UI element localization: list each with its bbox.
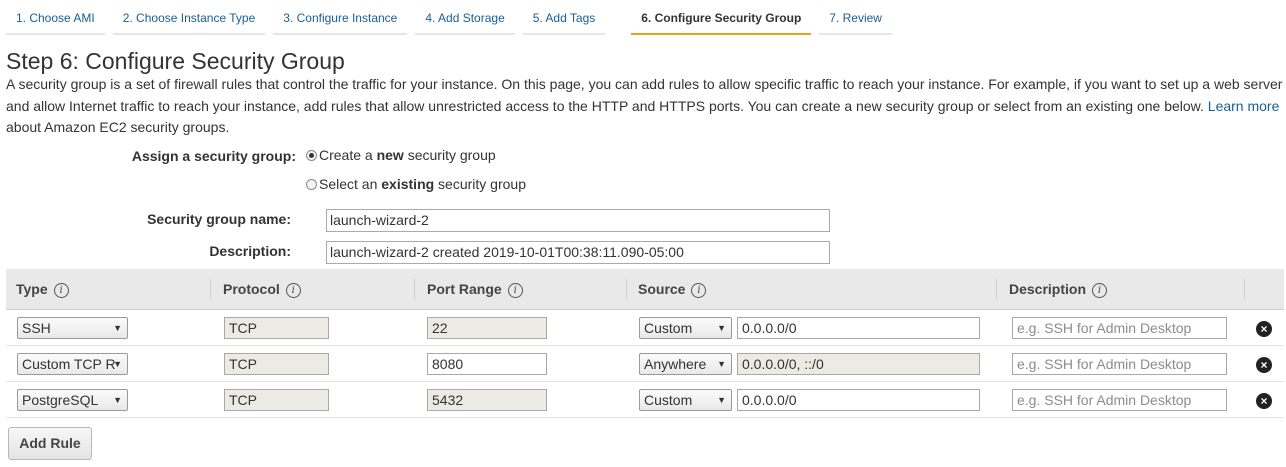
learn-more-link[interactable]: Learn more xyxy=(1208,98,1280,114)
header-source-label: Source xyxy=(638,281,686,297)
header-port-range: Port Range i xyxy=(417,269,523,310)
info-icon[interactable]: i xyxy=(691,283,707,298)
source-cidr-input[interactable]: 0.0.0.0/0 xyxy=(737,317,980,339)
radio-button-existing[interactable] xyxy=(306,178,317,190)
source-cidr-field: 0.0.0.0/0, ::/0 xyxy=(737,353,980,375)
chevron-down-icon: ▼ xyxy=(113,323,122,333)
intro-trailing: about Amazon EC2 security groups. xyxy=(6,119,230,135)
chevron-down-icon: ▼ xyxy=(717,395,726,405)
delete-rule-icon[interactable]: × xyxy=(1256,321,1272,337)
header-description-label: Description xyxy=(1009,281,1087,297)
tab-configure-security-group[interactable]: 6. Configure Security Group xyxy=(631,4,812,35)
header-description: Description i xyxy=(999,269,1108,310)
header-protocol: Protocol i xyxy=(213,269,301,310)
header-type: Type i xyxy=(6,269,69,310)
tab-choose-instance-type[interactable]: 2. Choose Instance Type xyxy=(112,4,266,35)
tab-configure-instance[interactable]: 3. Configure Instance xyxy=(273,4,408,35)
type-select[interactable]: PostgreSQL ▼ xyxy=(17,389,128,411)
type-select-value: PostgreSQL xyxy=(22,392,99,408)
protocol-field: TCP xyxy=(224,389,329,411)
header-source: Source i xyxy=(628,269,707,310)
source-cidr-input[interactable]: 0.0.0.0/0 xyxy=(737,389,980,411)
radio-existing-bold: existing xyxy=(381,176,435,192)
rule-description-input[interactable]: e.g. SSH for Admin Desktop xyxy=(1012,317,1227,339)
table-row: Custom TCP R ▼ TCP 8080 Anywhere ▼ 0.0.0.0… xyxy=(6,346,1284,382)
type-select[interactable]: Custom TCP R ▼ xyxy=(17,353,128,375)
port-range-field: 22 xyxy=(427,317,547,339)
header-protocol-label: Protocol xyxy=(223,281,280,297)
rules-table: Type i Protocol i Port Range i Source i Desc… xyxy=(6,269,1284,418)
radio-existing-prefix: Select an xyxy=(319,176,382,192)
radio-new-prefix: Create a xyxy=(319,147,377,163)
table-row: SSH ▼ TCP 22 Custom ▼ 0.0.0.0/0 e.g. SSH f… xyxy=(6,310,1284,346)
intro-text: A security group is a set of firewall ru… xyxy=(6,74,1286,139)
rules-table-header: Type i Protocol i Port Range i Source i Desc… xyxy=(6,269,1284,310)
source-select[interactable]: Anywhere ▼ xyxy=(639,353,732,375)
delete-rule-icon[interactable]: × xyxy=(1256,357,1272,373)
description-label: Description: xyxy=(209,243,291,259)
protocol-field: TCP xyxy=(224,317,329,339)
radio-select-existing[interactable]: Select an existing security group xyxy=(306,176,526,192)
column-divider xyxy=(210,279,211,300)
source-select-value: Anywhere xyxy=(644,356,707,372)
radio-new-suffix: security group xyxy=(403,147,496,163)
column-divider xyxy=(414,279,415,300)
header-type-label: Type xyxy=(16,281,48,297)
tab-add-storage[interactable]: 4. Add Storage xyxy=(415,4,515,35)
info-icon[interactable]: i xyxy=(1092,283,1108,298)
source-select-value: Custom xyxy=(644,392,693,408)
intro-body: A security group is a set of firewall ru… xyxy=(6,76,1283,114)
column-divider xyxy=(996,279,997,300)
port-range-input[interactable]: 8080 xyxy=(427,353,547,375)
column-divider xyxy=(1244,279,1245,300)
table-row: PostgreSQL ▼ TCP 5432 Custom ▼ 0.0.0.0/0 e… xyxy=(6,382,1284,418)
radio-create-new[interactable]: Create a new security group xyxy=(306,147,496,163)
tab-choose-ami[interactable]: 1. Choose AMI xyxy=(6,4,105,35)
info-icon[interactable]: i xyxy=(53,283,69,298)
chevron-down-icon: ▼ xyxy=(717,323,726,333)
wizard-tabs: 1. Choose AMI 2. Choose Instance Type 3.… xyxy=(6,4,1286,35)
source-select[interactable]: Custom ▼ xyxy=(639,317,732,339)
description-input[interactable]: launch-wizard-2 created 2019-10-01T00:38… xyxy=(326,241,830,264)
rule-description-input[interactable]: e.g. SSH for Admin Desktop xyxy=(1012,389,1227,411)
radio-new-bold: new xyxy=(376,147,404,163)
chevron-down-icon: ▼ xyxy=(717,359,726,369)
info-icon[interactable]: i xyxy=(507,283,523,298)
group-name-input[interactable]: launch-wizard-2 xyxy=(326,209,830,232)
header-port-range-label: Port Range xyxy=(427,281,502,297)
column-divider xyxy=(626,279,627,300)
source-select-value: Custom xyxy=(644,320,693,336)
page-title: Step 6: Configure Security Group xyxy=(6,48,345,74)
delete-rule-icon[interactable]: × xyxy=(1256,393,1272,409)
port-range-field: 5432 xyxy=(427,389,547,411)
type-select-value: Custom TCP R xyxy=(22,356,116,372)
tab-review[interactable]: 7. Review xyxy=(819,4,892,35)
radio-button-new[interactable] xyxy=(306,149,317,161)
type-select-value: SSH xyxy=(22,320,51,336)
assign-group-label: Assign a security group: xyxy=(131,148,296,164)
chevron-down-icon: ▼ xyxy=(113,395,122,405)
info-icon[interactable]: i xyxy=(285,283,301,298)
radio-existing-suffix: security group xyxy=(434,176,526,192)
rule-description-input[interactable]: e.g. SSH for Admin Desktop xyxy=(1012,353,1227,375)
source-select[interactable]: Custom ▼ xyxy=(639,389,732,411)
chevron-down-icon: ▼ xyxy=(113,359,122,369)
add-rule-button[interactable]: Add Rule xyxy=(8,427,92,460)
group-name-label: Security group name: xyxy=(147,211,291,227)
tab-add-tags[interactable]: 5. Add Tags xyxy=(522,4,606,35)
protocol-field: TCP xyxy=(224,353,329,375)
type-select[interactable]: SSH ▼ xyxy=(17,317,128,339)
